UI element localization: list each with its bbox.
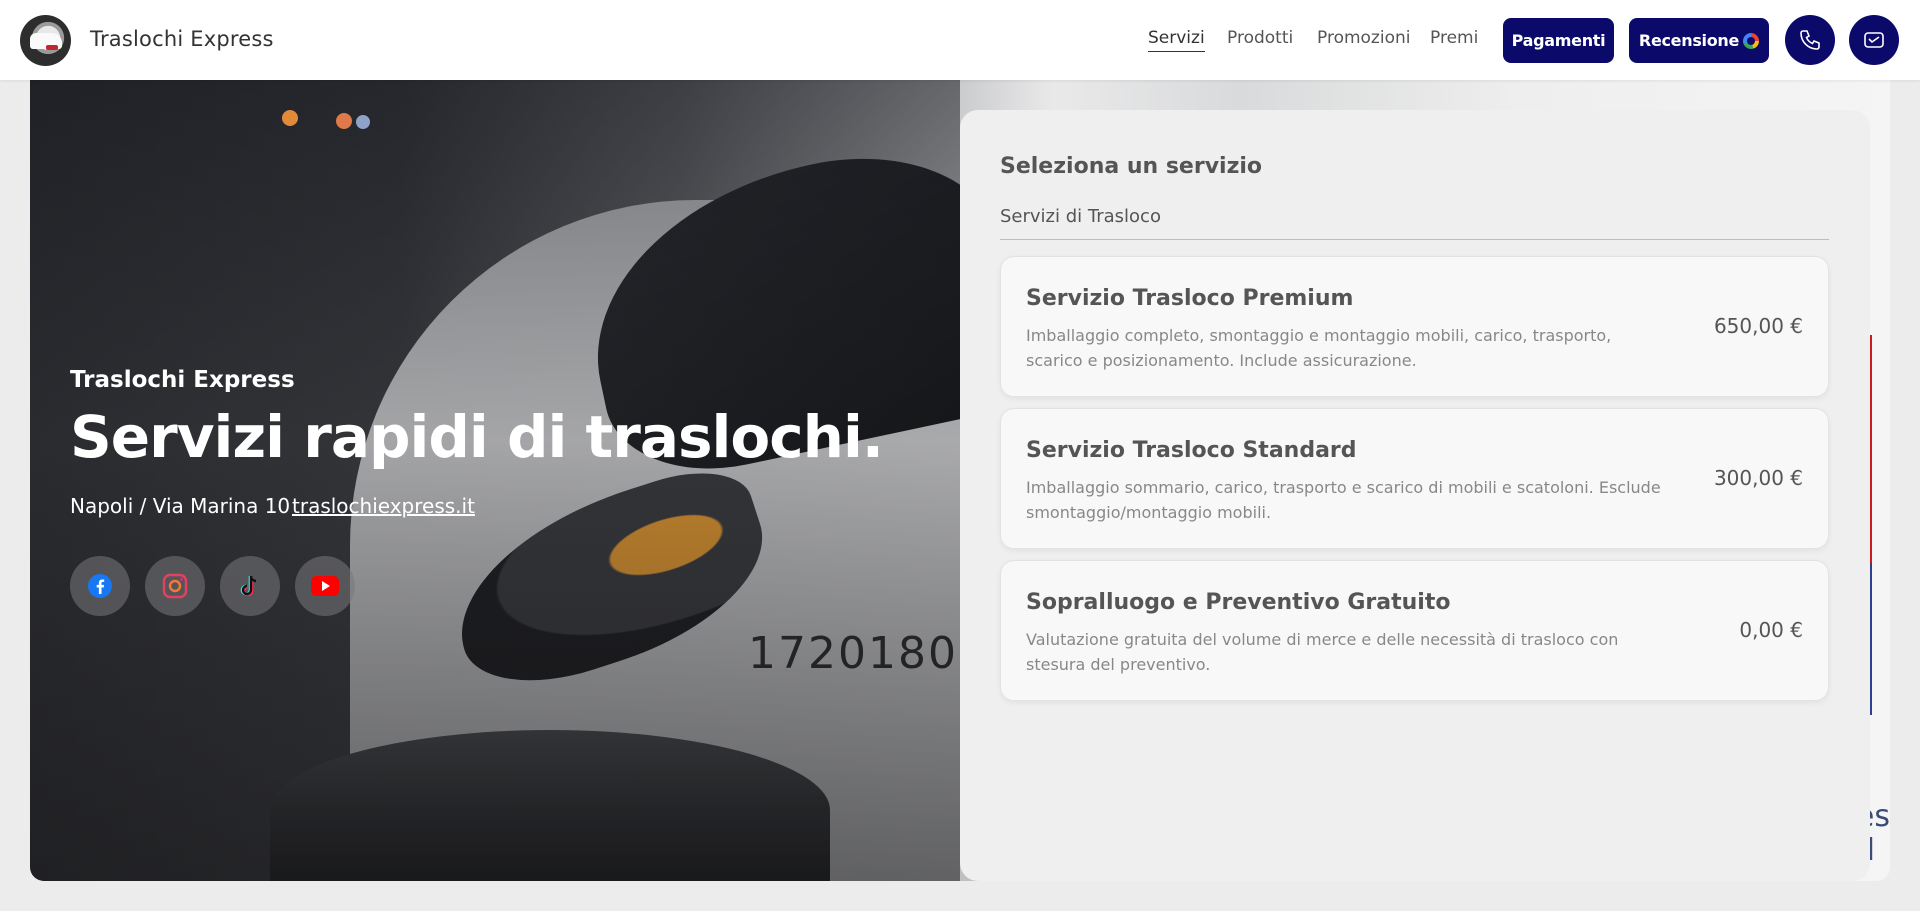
divider — [1000, 239, 1829, 240]
pagamenti-button[interactable]: Pagamenti — [1503, 18, 1614, 63]
brand-name[interactable]: Traslochi Express — [90, 27, 274, 51]
instagram-icon — [162, 573, 188, 599]
message-button[interactable] — [1849, 15, 1899, 65]
service-card[interactable]: Sopralluogo e Preventivo Gratuito Valuta… — [1000, 560, 1829, 701]
service-description: Imballaggio completo, smontaggio e monta… — [1026, 326, 1612, 370]
service-price: 650,00 € — [1713, 314, 1803, 338]
tiktok-button[interactable] — [220, 556, 280, 616]
service-description: Valutazione gratuita del volume di merce… — [1026, 630, 1619, 674]
nav-premi[interactable]: Premi — [1430, 28, 1478, 48]
service-card[interactable]: Servizio Trasloco Premium Imballaggio co… — [1000, 256, 1829, 397]
service-name: Sopralluogo e Preventivo Gratuito — [1026, 590, 1451, 615]
facebook-icon — [88, 574, 112, 598]
bokeh-light — [336, 113, 352, 129]
hero-title: Servizi rapidi di traslochi. — [70, 403, 884, 471]
bokeh-light — [282, 110, 298, 126]
website-link[interactable]: traslochiexpress.it — [292, 494, 475, 518]
brand-logo[interactable] — [20, 15, 71, 66]
service-name: Servizio Trasloco Standard — [1026, 438, 1357, 463]
nav-servizi[interactable]: Servizi — [1148, 28, 1205, 52]
pagamenti-label: Pagamenti — [1511, 31, 1606, 50]
facebook-button[interactable] — [70, 556, 130, 616]
youtube-icon — [311, 576, 339, 596]
phone-icon — [1800, 30, 1820, 50]
phone-button[interactable] — [1785, 15, 1835, 65]
message-icon — [1864, 32, 1884, 48]
service-description: Imballaggio sommario, carico, trasporto … — [1026, 478, 1661, 522]
tiktok-icon — [240, 575, 257, 597]
top-navbar: Traslochi Express Servizi Prodotti Promo… — [0, 0, 1920, 80]
hero-subtitle: Traslochi Express — [70, 367, 295, 393]
panel-title: Seleziona un servizio — [1000, 154, 1263, 179]
service-card[interactable]: Servizio Trasloco Standard Imballaggio s… — [1000, 408, 1829, 549]
service-price: 300,00 € — [1713, 466, 1803, 490]
service-name: Servizio Trasloco Premium — [1026, 286, 1354, 311]
youtube-button[interactable] — [295, 556, 355, 616]
bokeh-light — [356, 115, 370, 129]
service-panel: Seleziona un servizio Servizi di Trasloc… — [960, 110, 1870, 881]
recensione-label: Recensione — [1638, 31, 1740, 50]
hero-address: Napoli / Via Marina 10 — [70, 494, 291, 518]
hero-overlay — [30, 80, 960, 881]
nav-prodotti[interactable]: Prodotti — [1227, 28, 1293, 48]
category-label: Servizi di Trasloco — [1000, 206, 1161, 227]
google-icon — [1743, 32, 1760, 49]
nav-promozioni[interactable]: Promozioni — [1317, 28, 1410, 48]
instagram-button[interactable] — [145, 556, 205, 616]
service-price: 0,00 € — [1739, 618, 1803, 642]
recensione-button[interactable]: Recensione — [1629, 18, 1769, 63]
